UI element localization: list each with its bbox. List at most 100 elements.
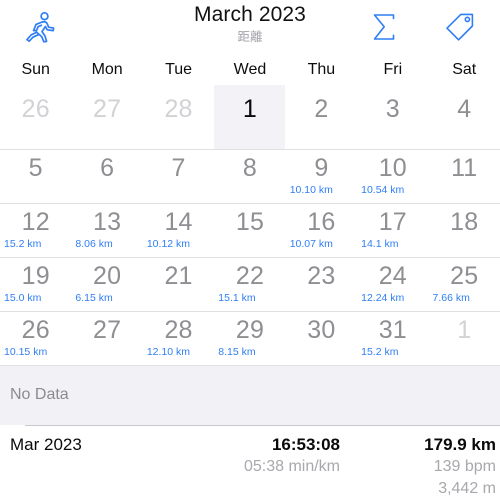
calendar-day-cell[interactable]: 30 [286,312,357,365]
summary-period: Mar 2023 [10,435,82,454]
calendar-day-cell[interactable]: 27 [71,312,142,365]
calendar-day-cell[interactable]: 2 [286,85,357,149]
calendar-day-cell[interactable]: 28 [143,85,214,149]
summary-elevation: 3,442 m [438,480,496,497]
day-number: 19 [21,262,50,290]
calendar-grid: 26 27 28 1 2 3 4 5 6 7 8 9 10.10 km 10 10.54 km 11 12 15.… [0,85,500,366]
day-number: 14 [164,208,193,236]
calendar-day-cell[interactable]: 16 10.07 km [286,204,357,257]
day-distance-label: 10.07 km [289,238,333,250]
weekday-label-thu: Thu [307,61,336,78]
calendar-week-row: 12 15.2 km 13 8.06 km 14 10.12 km 15 16 10.07 km… [0,204,500,258]
calendar-day-cell[interactable]: 13 8.06 km [71,204,142,257]
day-distance-label: 12.10 km [146,346,191,358]
day-distance-label: 8.06 km [75,238,113,250]
day-number: 23 [307,262,336,290]
day-number: 16 [307,208,336,236]
calendar-day-cell[interactable]: 31 15.2 km [357,312,428,365]
calendar-day-cell[interactable]: 11 [429,150,500,203]
sigma-icon[interactable] [362,6,406,48]
calendar-week-row: 5 6 7 8 9 10.10 km 10 10.54 km 11 [0,150,500,204]
calendar-day-cell[interactable]: 7 [143,150,214,203]
summary-footer: Mar 2023 16:53:08 05:38 min/km 179.9 km … [0,425,500,502]
day-distance-label: 14.1 km [361,238,399,250]
calendar-day-cell[interactable]: 22 15.1 km [214,258,285,311]
weekday-label-sat: Sat [452,61,477,78]
weekday-label-mon: Mon [91,61,123,78]
day-number: 18 [450,208,479,236]
day-number: 7 [171,154,186,182]
day-number: 29 [235,316,265,344]
day-distance-label: 8.15 km [218,346,256,358]
day-number: 17 [378,208,407,236]
no-data-label: No Data [10,386,69,403]
calendar-day-cell[interactable]: 28 12.10 km [143,312,214,365]
day-number: 2 [314,95,329,123]
day-distance-label: 6.15 km [75,292,113,304]
calendar-day-cell[interactable]: 26 10.15 km [0,312,71,365]
day-distance-label: 10.10 km [289,184,333,196]
calendar-day-cell[interactable]: 24 12.24 km [357,258,428,311]
calendar-day-cell[interactable]: 19 15.0 km [0,258,71,311]
day-number: 12 [21,208,50,236]
day-distance-label: 12.24 km [361,292,405,304]
day-distance-label: 10.12 km [146,238,191,250]
day-number: 10 [378,154,407,182]
calendar-week-row: 26 10.15 km 27 28 12.10 km 29 8.15 km 30 31 15.2 … [0,312,500,366]
summary-time-column: 16:53:08 05:38 min/km [244,434,340,478]
day-number: 21 [164,262,193,290]
calendar-day-cell[interactable]: 9 10.10 km [286,150,357,203]
day-number: 28 [164,95,193,123]
weekday-label-tue: Tue [165,61,193,78]
tag-icon[interactable] [438,6,482,48]
calendar-day-cell[interactable]: 12 15.2 km [0,204,71,257]
activity-calendar-screen: March 2023 距離 Sun Mon Tue Wed Thu Fri Sa… [0,0,500,504]
calendar-day-cell[interactable]: 1 [214,85,285,149]
calendar-day-cell[interactable]: 20 6.15 km [71,258,142,311]
calendar-day-cell[interactable]: 18 [429,204,500,257]
day-number: 31 [378,316,407,344]
summary-duration: 16:53:08 [271,435,340,454]
calendar-day-cell[interactable]: 5 [0,150,71,203]
calendar-day-cell[interactable]: 17 14.1 km [357,204,428,257]
calendar-day-cell[interactable]: 10 10.54 km [357,150,428,203]
weekday-label-fri: Fri [383,61,403,78]
calendar-day-cell[interactable]: 14 10.12 km [143,204,214,257]
running-icon[interactable] [18,6,62,48]
page-subtitle: 距離 [237,30,263,44]
day-distance-label: 15.2 km [4,238,42,250]
calendar-day-cell[interactable]: 25 7.66 km [429,258,500,311]
calendar-day-cell[interactable]: 21 [143,258,214,311]
calendar-day-cell[interactable]: 15 [214,204,285,257]
day-number: 6 [100,154,115,182]
calendar-day-cell[interactable]: 1 [429,312,500,365]
calendar-week-row: 19 15.0 km 20 6.15 km 21 22 15.1 km 23 24 12.24 k… [0,258,500,312]
calendar-day-cell[interactable]: 4 [429,85,500,149]
calendar-day-cell[interactable]: 23 [286,258,357,311]
day-number: 27 [93,95,122,123]
weekday-label-wed: Wed [233,61,267,78]
day-number: 8 [242,154,258,182]
footer-divider [25,425,500,426]
day-number: 26 [21,316,50,344]
summary-heart-rate: 139 bpm [433,458,496,475]
calendar-day-cell[interactable]: 8 [214,150,285,203]
day-number: 1 [242,95,258,123]
day-distance-label: 10.15 km [4,346,48,358]
day-number: 26 [21,95,50,123]
day-number: 11 [451,154,478,182]
calendar-day-cell[interactable]: 27 [71,85,142,149]
day-detail-panel[interactable]: No Data [0,366,500,425]
calendar-week-row: 26 27 28 1 2 3 4 [0,85,500,150]
calendar-day-cell[interactable]: 3 [357,85,428,149]
day-number: 20 [93,262,122,290]
day-number: 22 [235,262,265,290]
weekday-header-row: Sun Mon Tue Wed Thu Fri Sat [0,55,500,85]
calendar-day-cell[interactable]: 26 [0,85,71,149]
day-number: 30 [307,316,336,344]
calendar-day-cell[interactable]: 29 8.15 km [214,312,285,365]
day-distance-label: 15.2 km [361,346,399,358]
calendar-day-cell[interactable]: 6 [71,150,142,203]
day-number: 1 [457,316,472,344]
day-distance-label: 15.1 km [218,292,256,304]
